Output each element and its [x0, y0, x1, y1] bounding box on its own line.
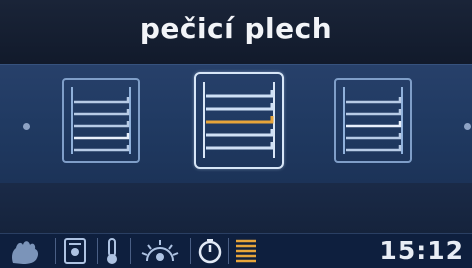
- title-bar: pečicí plech: [0, 0, 472, 64]
- tray-levels-icon: [343, 87, 403, 154]
- status-separator: [55, 238, 56, 264]
- tray-levels-icon: [232, 236, 260, 266]
- clock: 15:12: [379, 236, 464, 265]
- grill-heat-icon: [138, 236, 182, 266]
- status-separator: [228, 238, 229, 264]
- status-separator: [97, 238, 98, 264]
- tray-levels-icon: [203, 82, 275, 158]
- tray-option-right[interactable]: [334, 78, 412, 163]
- tray-option-center[interactable]: [194, 72, 284, 169]
- tray-option-left[interactable]: [62, 78, 140, 163]
- oven-display: pečicí plech 15:12: [0, 0, 472, 268]
- fan-icon: [62, 236, 88, 266]
- lower-panel: [0, 183, 472, 233]
- nav-right-dot[interactable]: [464, 123, 471, 130]
- hand-icon: [8, 236, 44, 266]
- tray-levels-icon: [71, 87, 131, 154]
- nav-left-dot[interactable]: [23, 123, 30, 130]
- thermometer-icon: [102, 236, 122, 266]
- page-title: pečicí plech: [139, 11, 333, 45]
- timer-icon: [196, 236, 224, 266]
- status-separator: [190, 238, 191, 264]
- status-separator: [130, 238, 131, 264]
